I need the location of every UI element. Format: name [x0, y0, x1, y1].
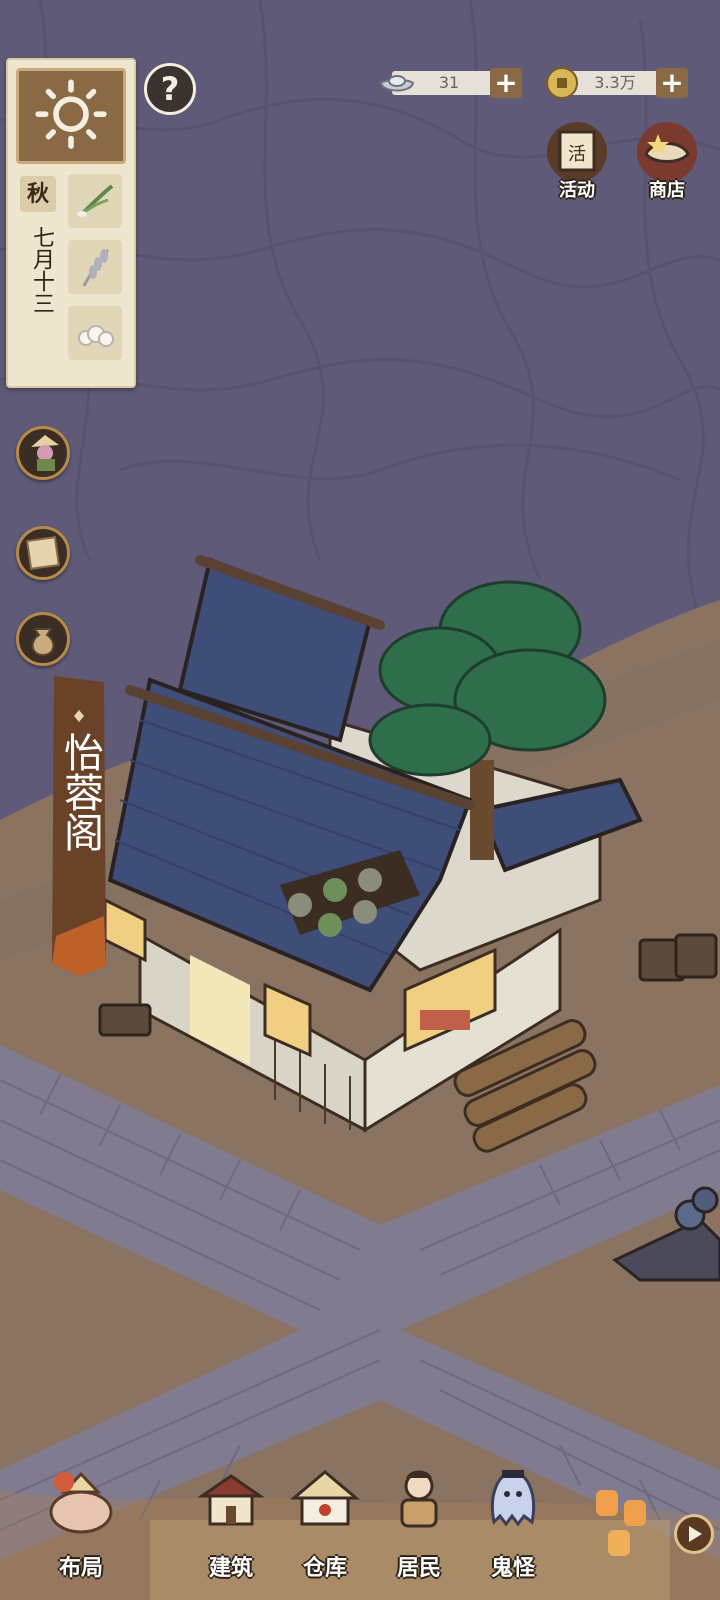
nav-residents-label: 居民	[396, 1556, 441, 1581]
layout-icon	[49, 1471, 113, 1534]
sack-icon	[31, 628, 55, 657]
copper-coin-icon	[546, 67, 578, 99]
lanterns-decoration	[596, 1490, 646, 1556]
calendar-activity-icon: 活	[547, 122, 607, 182]
next-arrow-button[interactable]	[674, 1514, 714, 1554]
warehouse-icon	[290, 1470, 360, 1526]
building-name-banner[interactable]: 怡蓉阁	[50, 676, 108, 976]
wheat-icon	[82, 249, 110, 287]
ghost-icon	[490, 1470, 536, 1527]
lunar-date: 七月十三	[29, 226, 54, 314]
nav-warehouse-label: 仓库	[302, 1556, 347, 1581]
activity-icon-text: 活	[568, 144, 586, 165]
season-calendar-panel[interactable]: 秋 七月十三	[6, 58, 136, 388]
silver-currency: 31 +	[378, 68, 522, 98]
weather-button[interactable]	[16, 68, 126, 164]
nav-ghosts-label: 鬼怪	[490, 1556, 535, 1581]
scroll-book-icon	[26, 536, 60, 570]
nav-build-label: 建筑	[208, 1556, 253, 1581]
farmer-avatar-icon	[31, 435, 59, 471]
nav-layout[interactable]: 布局	[38, 1462, 124, 1592]
sun-icon	[35, 79, 107, 149]
house-icon	[197, 1474, 265, 1526]
help-button[interactable]: ?	[144, 63, 196, 115]
silver-add-button[interactable]: +	[490, 68, 522, 98]
bag-button[interactable]	[16, 612, 70, 666]
scallion-icon	[77, 184, 114, 217]
crop-slot-wheat[interactable]	[68, 240, 122, 294]
villager-avatar-button[interactable]	[16, 426, 70, 480]
nav-ghosts[interactable]: 鬼怪	[470, 1462, 556, 1592]
nav-layout-label: 布局	[58, 1556, 103, 1581]
activity-label: 活动	[559, 180, 595, 201]
season-label: 秋	[20, 176, 56, 212]
resident-icon	[400, 1470, 438, 1528]
coin-currency: 3.3万 +	[544, 67, 688, 99]
bottom-nav: 布局 建筑 仓库 居民 鬼怪	[0, 1450, 720, 1600]
play-arrow-icon	[689, 1526, 702, 1542]
crop-slot-cotton[interactable]	[68, 306, 122, 360]
shop-label: 商店	[649, 180, 685, 201]
cotton-icon	[78, 325, 114, 347]
nav-residents[interactable]: 居民	[376, 1462, 462, 1592]
silver-value: 31	[438, 73, 460, 92]
shop-icon	[637, 122, 697, 182]
coin-value: 3.3万	[594, 73, 636, 92]
nav-warehouse[interactable]: 仓库	[282, 1462, 368, 1592]
nav-build[interactable]: 建筑	[188, 1462, 274, 1592]
activity-button[interactable]: 活 活动	[538, 120, 616, 204]
shop-button[interactable]: 商店	[628, 120, 706, 204]
coin-add-button[interactable]: +	[656, 68, 688, 98]
notes-button[interactable]	[16, 526, 70, 580]
crop-slot-scallion[interactable]	[68, 174, 122, 228]
building-name: 怡蓉阁	[57, 732, 103, 852]
silver-ingot-icon	[379, 75, 415, 92]
